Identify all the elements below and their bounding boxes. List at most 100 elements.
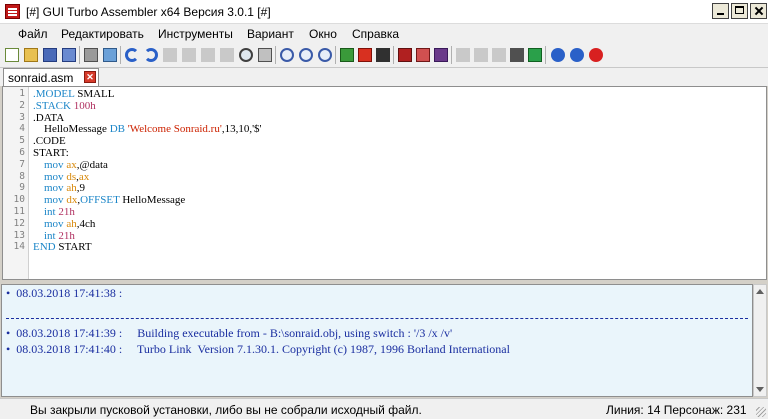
tab-sonraid-asm[interactable]: sonraid.asm ✕ <box>3 68 99 86</box>
menu-tools[interactable]: Инструменты <box>158 27 233 41</box>
close-window-button[interactable] <box>750 3 767 19</box>
code-line[interactable]: int 21h <box>33 206 75 218</box>
code-token: mov <box>44 194 64 207</box>
save-all-icon[interactable] <box>62 48 76 62</box>
resize-grip-icon[interactable] <box>756 407 766 417</box>
cut-icon[interactable] <box>163 48 177 62</box>
code-editor[interactable]: 1 2 3 4 5 6 7 8 9 10 11 12 13 14 .MODEL SMALL .STACK 1… <box>2 86 767 280</box>
output-scrollbar[interactable] <box>753 284 767 397</box>
code-token: 21h <box>55 229 75 242</box>
line-number: 9 <box>19 182 25 194</box>
find-icon[interactable] <box>239 48 253 62</box>
code-line[interactable]: mov ax,@data <box>33 159 108 171</box>
code-token: ax <box>66 158 77 171</box>
tab-strip: sonraid.asm ✕ <box>0 68 768 86</box>
code-token: 'Welcome Sonraid.ru' <box>124 123 222 136</box>
code-token: ax <box>78 170 90 183</box>
code-line[interactable]: .CODE <box>33 135 66 147</box>
menu-help[interactable]: Справка <box>352 27 399 41</box>
tab-close-icon[interactable]: ✕ <box>84 71 96 83</box>
code-token: START <box>55 241 92 254</box>
step-icon[interactable] <box>434 48 448 62</box>
code-token: END <box>33 241 56 254</box>
code-line[interactable]: mov ah,4ch <box>33 218 95 230</box>
menu-option[interactable]: Вариант <box>247 27 294 41</box>
link-icon[interactable] <box>358 48 372 62</box>
code-token: dx <box>66 194 78 207</box>
code-line[interactable]: HelloMessage DB 'Welcome Sonraid.ru',13,… <box>33 123 262 135</box>
open-folder-icon[interactable] <box>24 48 38 62</box>
export-icon[interactable] <box>103 48 117 62</box>
code-line[interactable]: .DATA <box>33 112 64 124</box>
undo-icon[interactable] <box>125 48 139 62</box>
help-icon[interactable] <box>551 48 565 62</box>
line-number: 5 <box>19 135 25 147</box>
arrow-down-icon[interactable] <box>492 48 506 62</box>
log-line: • 08.03.2018 17:41:38 : <box>6 286 123 300</box>
redo-icon[interactable] <box>144 48 158 62</box>
code-line[interactable]: END START <box>33 241 92 253</box>
log-line: • 08.03.2018 17:41:39 : Building executa… <box>6 326 453 340</box>
code-token: 21h <box>55 206 75 218</box>
delete-icon[interactable] <box>220 48 234 62</box>
code-token: ah <box>66 182 77 195</box>
build-icon[interactable] <box>416 48 430 62</box>
code-token: mov <box>44 170 64 183</box>
copy-icon[interactable] <box>182 48 196 62</box>
debug-icon[interactable] <box>398 48 412 62</box>
run-icon[interactable] <box>376 48 390 62</box>
new-file-icon[interactable] <box>5 48 19 62</box>
code-token: int <box>44 206 56 218</box>
code-token: .STACK <box>33 99 71 112</box>
code-token: SMALL <box>74 88 115 100</box>
code-token: START: <box>33 147 69 159</box>
code-line[interactable]: START: <box>33 147 69 159</box>
zoom-reset-icon[interactable] <box>318 48 332 62</box>
tools-icon[interactable] <box>510 48 524 62</box>
assemble-icon[interactable] <box>340 48 354 62</box>
scroll-down-icon[interactable] <box>756 387 764 392</box>
line-number: 7 <box>19 158 25 170</box>
brackets-icon[interactable] <box>456 48 470 62</box>
replace-icon[interactable] <box>258 48 272 62</box>
save-icon[interactable] <box>43 48 57 62</box>
arrow-up-icon[interactable] <box>474 48 488 62</box>
code-line[interactable]: mov ah,9 <box>33 182 85 194</box>
power-icon[interactable] <box>589 48 603 62</box>
code-line[interactable]: mov dx,OFFSET HelloMessage <box>33 194 185 206</box>
menu-edit[interactable]: Редактировать <box>61 27 144 41</box>
code-line[interactable]: .STACK 100h <box>33 100 96 112</box>
toolbar-separator <box>79 46 80 64</box>
maximize-button[interactable] <box>731 3 748 19</box>
paste-icon[interactable] <box>201 48 215 62</box>
menu-file[interactable]: Файл <box>18 27 48 41</box>
code-token: .DATA <box>33 111 65 124</box>
minimize-button[interactable] <box>712 3 729 19</box>
code-token: ,9 <box>76 182 85 195</box>
code-line[interactable]: int 21h <box>33 230 75 242</box>
code-token: 100h <box>70 99 96 112</box>
zoom-out-icon[interactable] <box>299 48 313 62</box>
line-number: 3 <box>19 111 25 123</box>
code-token: ,@data <box>76 158 108 171</box>
info-icon[interactable] <box>570 48 584 62</box>
tab-label: sonraid.asm <box>8 71 74 85</box>
code-line[interactable]: mov ds,ax <box>33 171 89 183</box>
code-token: ds <box>66 170 77 183</box>
code-line[interactable]: .MODEL SMALL <box>33 88 114 100</box>
code-token: mov <box>44 158 64 171</box>
log-divider <box>6 318 748 319</box>
menu-window[interactable]: Окно <box>309 27 337 41</box>
zoom-in-icon[interactable] <box>280 48 294 62</box>
scroll-up-icon[interactable] <box>756 289 764 294</box>
app-icon[interactable] <box>5 4 20 19</box>
print-icon[interactable] <box>84 48 98 62</box>
code-token: .MODEL <box>33 88 75 100</box>
menu-bar: Файл Редактировать Инструменты Вариант О… <box>0 24 768 44</box>
code-token: ,4ch <box>76 217 96 230</box>
download-icon[interactable] <box>528 48 542 62</box>
